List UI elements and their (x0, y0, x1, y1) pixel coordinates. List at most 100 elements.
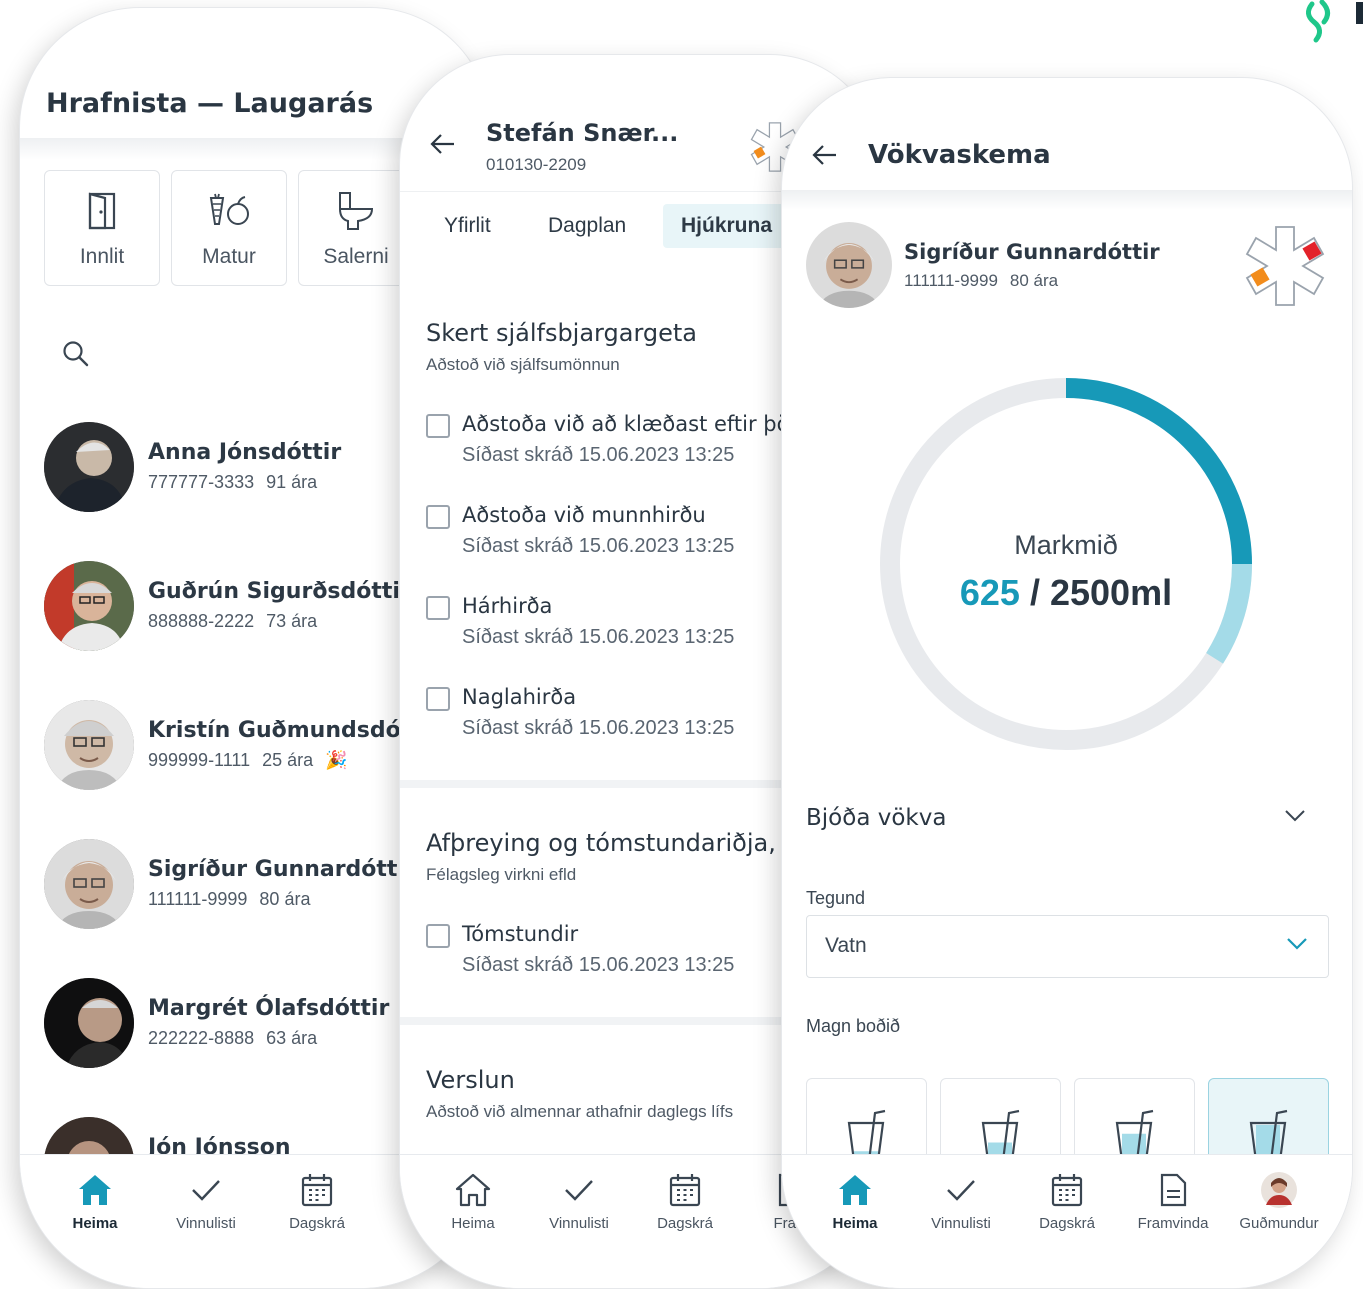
resident-name: Sigríður Gunnardóttir (148, 857, 416, 882)
back-arrow-icon[interactable] (812, 144, 838, 170)
avatar (44, 422, 134, 512)
task-last-logged: Síðast skráð 15.06.2023 13:25 (462, 535, 735, 557)
calendar-icon (630, 1171, 740, 1209)
nav-dagskra[interactable]: Dagskrá (1012, 1171, 1122, 1232)
task-name: Aðstoða við að klæðast eftir þör (462, 412, 799, 436)
fluid-type-select[interactable]: Vatn (806, 915, 1329, 978)
search-icon[interactable] (62, 340, 90, 372)
resident-id: 222222-8888 (148, 1028, 255, 1048)
nav-framvinda[interactable]: Framvinda (1118, 1171, 1228, 1232)
section-title: Afþreying og tómstundariðja, d (426, 829, 799, 857)
brand-logo-icon (1300, 0, 1363, 48)
resident-id: 010130-2209 (486, 155, 587, 174)
door-icon (45, 191, 159, 231)
goal-label: Markmið (1014, 530, 1118, 560)
tile-label: Innlit (79, 245, 125, 268)
resident-meta: 111111-9999 80 ára (148, 889, 310, 910)
profile-avatar (1224, 1171, 1334, 1209)
page-title: Vökvaskema (868, 140, 1051, 170)
home-icon (800, 1171, 910, 1209)
calendar-icon (262, 1171, 372, 1209)
back-arrow-icon[interactable] (430, 133, 456, 159)
nav-label: Framvinda (1137, 1215, 1209, 1232)
check-icon (151, 1171, 261, 1209)
nav-vinnulisti[interactable]: Vinnulisti (151, 1171, 261, 1232)
resident-age: 91 ára (266, 472, 318, 492)
nav-label: Heima (72, 1215, 118, 1232)
tile-label: Matur (202, 245, 256, 268)
nav-dagskra[interactable]: Dagskrá (630, 1171, 740, 1232)
resident-age: 73 ára (266, 611, 318, 631)
resident-id: 888888-2222 (148, 611, 255, 631)
nav-heima[interactable]: Heima (418, 1171, 528, 1232)
nav-vinnulisti[interactable]: Vinnulisti (524, 1171, 634, 1232)
task-checkbox[interactable] (426, 596, 450, 620)
section-subtitle: Félagsleg virkni efld (426, 865, 577, 884)
phone-fluid-chart: Vökvaskema Sigríður Gunnardóttir 111111-… (782, 78, 1352, 1288)
resident-name: Kristín Guðmundsdótti (148, 718, 430, 743)
tile-matur[interactable]: Matur (171, 170, 287, 286)
task-name: Naglahirða (462, 685, 577, 709)
resident-age: 80 ára (259, 889, 311, 909)
nav-vinnulisti[interactable]: Vinnulisti (906, 1171, 1016, 1232)
type-label: Tegund (806, 888, 866, 908)
nav-label: Dagskrá (657, 1215, 713, 1232)
party-icon: 🎉 (325, 750, 348, 770)
task-checkbox[interactable] (426, 414, 450, 438)
task-checkbox[interactable] (426, 687, 450, 711)
nav-label: Vinnulisti (931, 1215, 991, 1232)
task-checkbox[interactable] (426, 505, 450, 529)
task-last-logged: Síðast skráð 15.06.2023 13:25 (462, 444, 735, 466)
offer-fluid-heading[interactable]: Bjóða vökva (806, 805, 946, 831)
avatar (44, 978, 134, 1068)
nav-dagskra[interactable]: Dagskrá (262, 1171, 372, 1232)
resident-name: Sigríður Gunnardóttir (904, 240, 1160, 264)
section-subtitle: Aðstoð við almennar athafnir daglegs líf… (426, 1102, 734, 1121)
nav-label: Heima (832, 1215, 878, 1232)
goal-target: 2500ml (1049, 572, 1173, 613)
home-icon (40, 1171, 150, 1209)
nav-heima[interactable]: Heima (800, 1171, 910, 1232)
page-title: Hrafnista — Laugarás (46, 88, 374, 119)
task-checkbox[interactable] (426, 924, 450, 948)
tab-dagplan[interactable]: Dagplan (548, 214, 626, 238)
fluid-goal-ring (880, 378, 1252, 750)
nav-heima[interactable]: Heima (40, 1171, 150, 1232)
task-name: Aðstoða við munnhirðu (462, 503, 706, 527)
bottom-navigation: Heima Vinnulisti Dagskrá Framvinda Guðmu… (782, 1154, 1352, 1288)
tab-hjukrun[interactable]: Hjúkruna (663, 204, 791, 248)
resident-id: 111111-9999 (904, 271, 998, 290)
fluid-type-value: Vatn (825, 934, 867, 957)
nav-label: Heima (451, 1215, 495, 1232)
nav-label: Vinnulisti (176, 1215, 236, 1232)
food-icon (172, 191, 286, 231)
avatar (44, 700, 134, 790)
resident-name: Anna Jónsdóttir (148, 440, 342, 465)
tab-yfirlit[interactable]: Yfirlit (444, 214, 491, 238)
avatar (44, 839, 134, 929)
resident-meta: 111111-9999 80 ára (904, 271, 1058, 291)
avatar (806, 222, 892, 308)
resident-meta: 888888-2222 73 ára (148, 611, 317, 632)
nav-label: Guðmundur (1239, 1215, 1319, 1232)
resident-id: 111111-9999 (148, 889, 248, 909)
resident-age: 63 ára (266, 1028, 318, 1048)
section-title: Verslun (426, 1066, 515, 1094)
chevron-down-icon[interactable] (1284, 808, 1306, 827)
goal-value: 625 / 2500ml (880, 572, 1252, 614)
section-title: Skert sjálfsbjargargeta (426, 319, 698, 347)
header-divider (782, 190, 1352, 210)
section-subtitle: Aðstoð við sjálfsumönnun (426, 355, 620, 374)
tile-innlit[interactable]: Innlit (44, 170, 160, 286)
task-name: Hárhirða (462, 594, 553, 618)
resident-name: Margrét Ólafsdóttir (148, 996, 390, 1021)
resident-id: 999999-1111 (148, 750, 251, 770)
tile-salerni[interactable]: Salerni (298, 170, 414, 286)
resident-name: Guðrún Sigurðsdóttir (148, 579, 411, 604)
task-last-logged: Síðast skráð 15.06.2023 13:25 (462, 717, 735, 739)
document-icon (1118, 1171, 1228, 1209)
nav-label: Vinnulisti (549, 1215, 609, 1232)
tile-label: Salerni (323, 245, 389, 268)
star-of-life-icon (1242, 224, 1328, 312)
nav-profile[interactable]: Guðmundur (1224, 1171, 1334, 1232)
